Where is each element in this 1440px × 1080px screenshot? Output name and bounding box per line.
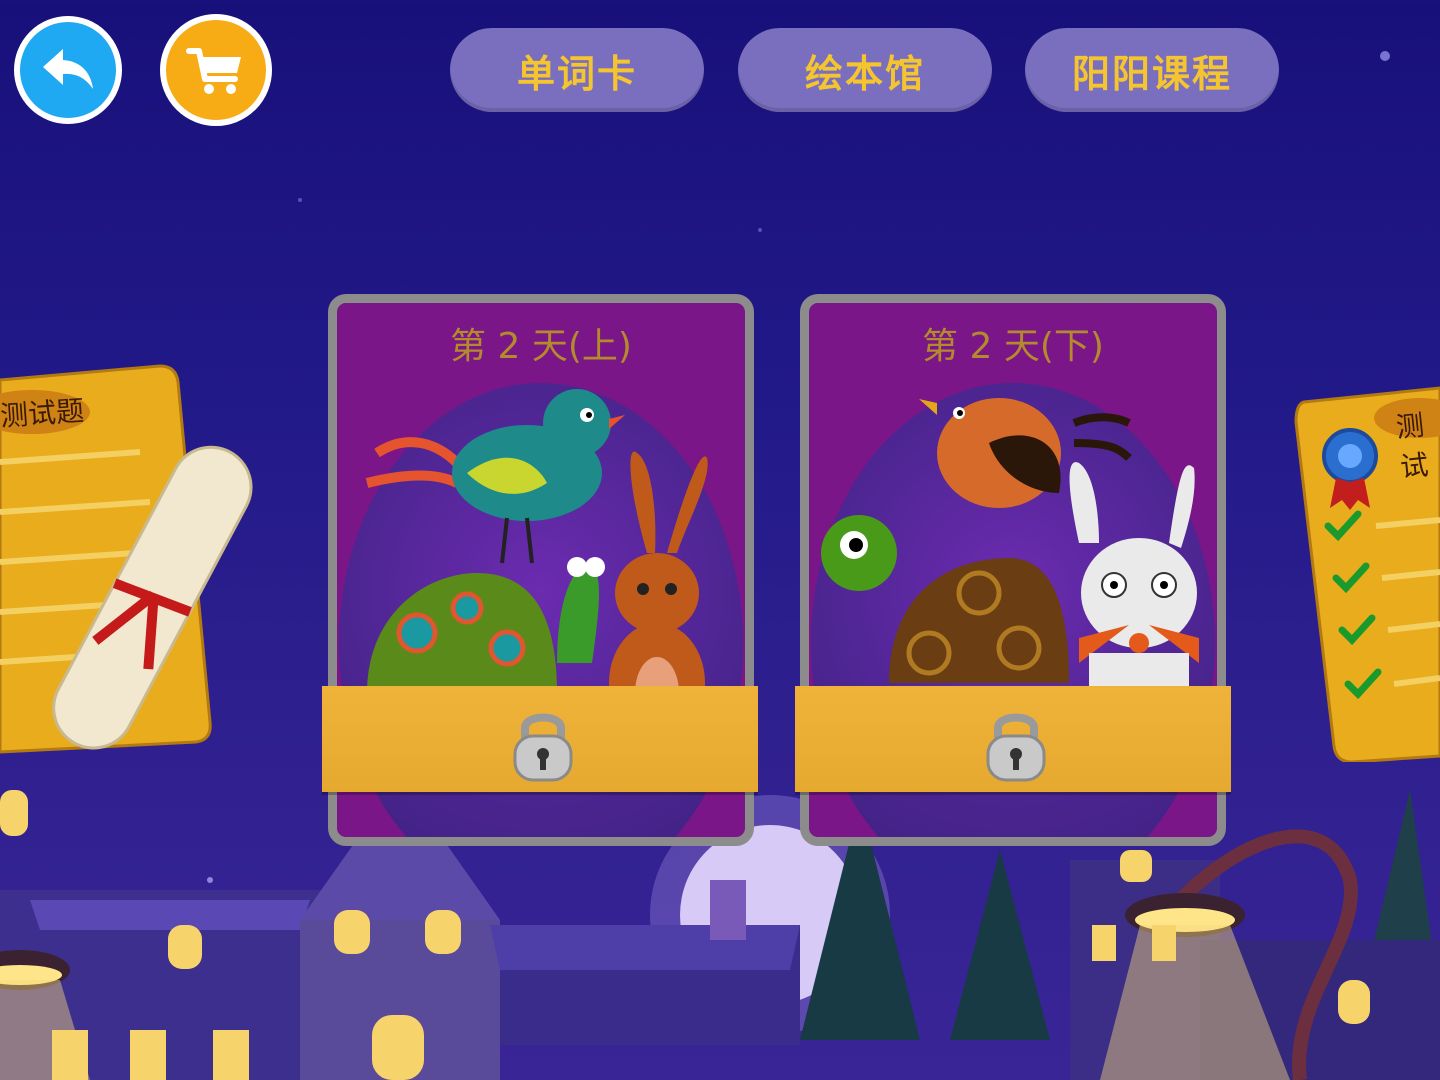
- back-button[interactable]: [14, 16, 122, 124]
- tab-word-cards[interactable]: 单词卡: [450, 28, 704, 112]
- quiz-card-left-label: 测试题: [0, 394, 86, 433]
- quiz-card-right-label: 测试: [1394, 408, 1430, 484]
- animals-illustration: [821, 398, 1199, 703]
- padlock-icon[interactable]: [511, 704, 575, 784]
- lesson-title: 第 2 天(下): [922, 326, 1104, 367]
- padlock-icon[interactable]: [984, 704, 1048, 784]
- back-arrow-icon: [43, 49, 93, 89]
- cart-button[interactable]: [160, 14, 272, 126]
- tab-picture-books[interactable]: 绘本馆: [738, 28, 992, 112]
- lesson-title: 第 2 天(上): [450, 326, 632, 367]
- tab-yangyang-courses[interactable]: 阳阳课程: [1025, 28, 1279, 112]
- animals-illustration: [365, 389, 708, 703]
- shopping-cart-icon: [186, 48, 241, 94]
